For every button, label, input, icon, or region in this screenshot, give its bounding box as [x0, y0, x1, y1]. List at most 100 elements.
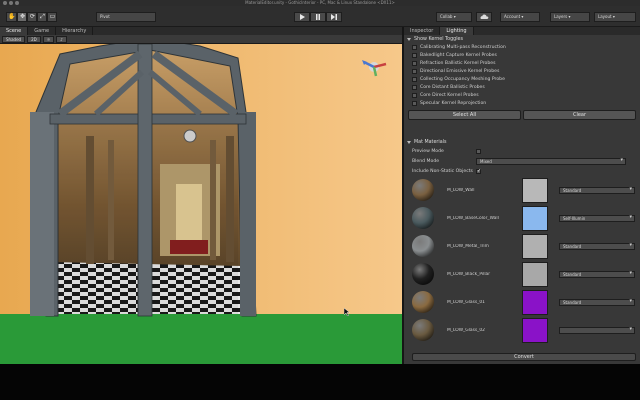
toggle-label: Collecting Occupancy Meshing Probe: [420, 76, 505, 82]
toggle-row[interactable]: Core Distant Ballistic Probes: [404, 83, 640, 91]
material-preview-sphere: [412, 291, 434, 313]
foldout-arrow-icon: [407, 37, 411, 41]
material-row[interactable]: M_LOW_Glass_02: [404, 316, 640, 344]
tab-lighting[interactable]: Lighting: [440, 27, 474, 35]
checkbox[interactable]: [412, 76, 417, 82]
2d-toggle[interactable]: 2D: [27, 36, 41, 43]
checkbox[interactable]: [412, 84, 417, 90]
material-color-swatch[interactable]: [522, 261, 548, 287]
toggle-row[interactable]: Refraction Ballistic Kernel Probes: [404, 59, 640, 67]
material-name: M_LOW_Black_Pillar: [447, 271, 491, 277]
tab-game[interactable]: Game: [28, 27, 57, 35]
layers-dropdown[interactable]: Layers ▾: [550, 12, 590, 22]
material-shader-dropdown[interactable]: [559, 326, 635, 334]
toggle-label: Directional Emissive Kernel Probes: [420, 68, 500, 74]
shading-mode-dropdown[interactable]: Shaded: [2, 36, 26, 43]
material-preview-sphere: [412, 179, 434, 201]
clear-button[interactable]: Clear: [523, 110, 636, 120]
material-color-swatch[interactable]: [522, 205, 548, 231]
material-shader-dropdown[interactable]: Self-Illumin: [559, 214, 635, 222]
materials-section-header[interactable]: Mat Materials: [404, 138, 640, 146]
convert-button[interactable]: Convert: [412, 353, 636, 361]
material-row[interactable]: M_LOW_Metal_Trim Standard: [404, 232, 640, 260]
static-objects-label: Include Non-Static Objects: [412, 168, 473, 174]
static-objects-row[interactable]: Include Non-Static Objects: [404, 166, 640, 176]
layout-group: Layout ▾: [594, 12, 636, 22]
scene-view-controls: Shaded 2D ☼ ♪: [0, 35, 402, 44]
rotate-tool-button[interactable]: ⟳: [27, 12, 38, 22]
tab-hierarchy[interactable]: Hierarchy: [56, 27, 94, 35]
checkbox[interactable]: [412, 100, 417, 106]
account-group: Account ▾: [500, 12, 540, 22]
material-shader-dropdown[interactable]: Standard: [559, 270, 635, 278]
collab-dropdown[interactable]: Collab ▾: [436, 12, 472, 22]
rect-tool-button[interactable]: ▭: [47, 12, 58, 22]
scene-viewport[interactable]: [0, 44, 402, 364]
checkbox[interactable]: [412, 52, 417, 58]
select-all-button[interactable]: Select All: [408, 110, 521, 120]
pause-icon: [316, 14, 320, 20]
toggle-row[interactable]: Calibrating Multi-pass Reconstruction: [404, 43, 640, 51]
checkbox[interactable]: [412, 44, 417, 50]
hand-tool-button[interactable]: ✋: [6, 12, 18, 22]
material-color-swatch[interactable]: [522, 317, 548, 343]
blend-mode-dropdown[interactable]: Mixed: [476, 157, 626, 165]
foldout-arrow-icon: [407, 140, 411, 144]
material-name: M_LOW_Glass_02: [447, 327, 485, 333]
materials-section-title: Mat Materials: [414, 139, 447, 145]
material-shader-dropdown[interactable]: Standard: [559, 242, 635, 250]
pause-button[interactable]: [310, 12, 326, 22]
cloud-icon: [479, 14, 488, 19]
material-preview-sphere: [412, 207, 434, 229]
pivot-toggle-group: Pivot: [96, 12, 156, 22]
toggle-label: Core Direct Kernel Probes: [420, 92, 479, 98]
tab-inspector[interactable]: Inspector: [404, 27, 441, 35]
material-row[interactable]: M_LOW_BaseColor_Wall Self-Illumin: [404, 204, 640, 232]
material-row[interactable]: M_LOW_Black_Pillar Standard: [404, 260, 640, 288]
toggle-label: Bakedlight Capture Kernel Probes: [420, 52, 497, 58]
move-tool-button[interactable]: ✥: [17, 12, 28, 22]
toggles-section-header[interactable]: Show Kernel Toggles: [404, 35, 640, 43]
account-dropdown[interactable]: Account ▾: [500, 12, 540, 22]
material-color-swatch[interactable]: [522, 289, 548, 315]
play-button[interactable]: [294, 12, 310, 22]
material-name: M_LOW_Wall: [447, 187, 475, 193]
audio-toggle[interactable]: ♪: [56, 36, 67, 43]
preview-mode-checkbox[interactable]: [476, 148, 481, 154]
main-toolbar: ✋ ✥ ⟳ ⤢ ▭ Pivot Collab ▾ Account ▾ Layer…: [0, 6, 640, 27]
toggle-row[interactable]: Core Direct Kernel Probes: [404, 91, 640, 99]
toggle-row[interactable]: Specular Kernel Reprojection: [404, 99, 640, 107]
pivot-toggle[interactable]: Pivot: [96, 12, 156, 22]
checkbox[interactable]: [412, 60, 417, 66]
material-shader-dropdown[interactable]: Standard: [559, 186, 635, 194]
material-row[interactable]: M_LOW_Wall Standard: [404, 176, 640, 204]
material-shader-dropdown[interactable]: Standard: [559, 298, 635, 306]
material-color-swatch[interactable]: [522, 177, 548, 203]
scale-tool-button[interactable]: ⤢: [37, 12, 48, 22]
step-button[interactable]: [326, 12, 342, 22]
material-color-swatch[interactable]: [522, 233, 548, 259]
preview-mode-label: Preview Mode: [412, 148, 444, 154]
checkbox[interactable]: [412, 92, 417, 98]
layout-dropdown[interactable]: Layout ▾: [594, 12, 636, 22]
toggle-row[interactable]: Bakedlight Capture Kernel Probes: [404, 51, 640, 59]
play-icon: [300, 14, 305, 20]
cloud-group: [476, 12, 492, 22]
scene-orientation-gizmo[interactable]: [360, 56, 390, 78]
material-row[interactable]: M_LOW_Glass_01 Standard: [404, 288, 640, 316]
lighting-toggle[interactable]: ☼: [42, 36, 55, 43]
checkbox[interactable]: [412, 68, 417, 74]
material-name: M_LOW_Metal_Trim: [447, 243, 489, 249]
collab-group: Collab ▾: [436, 12, 472, 22]
blend-mode-label: Blend Mode: [412, 158, 440, 164]
cloud-button[interactable]: [476, 12, 492, 22]
static-objects-checkbox[interactable]: [475, 168, 481, 174]
material-preview-sphere: [412, 235, 434, 257]
toggle-row[interactable]: Collecting Occupancy Meshing Probe: [404, 75, 640, 83]
mouse-cursor-icon: [344, 308, 350, 316]
layers-group: Layers ▾: [550, 12, 590, 22]
material-name: M_LOW_Glass_01: [447, 299, 485, 305]
tab-scene[interactable]: Scene: [0, 27, 29, 35]
toggle-row[interactable]: Directional Emissive Kernel Probes: [404, 67, 640, 75]
